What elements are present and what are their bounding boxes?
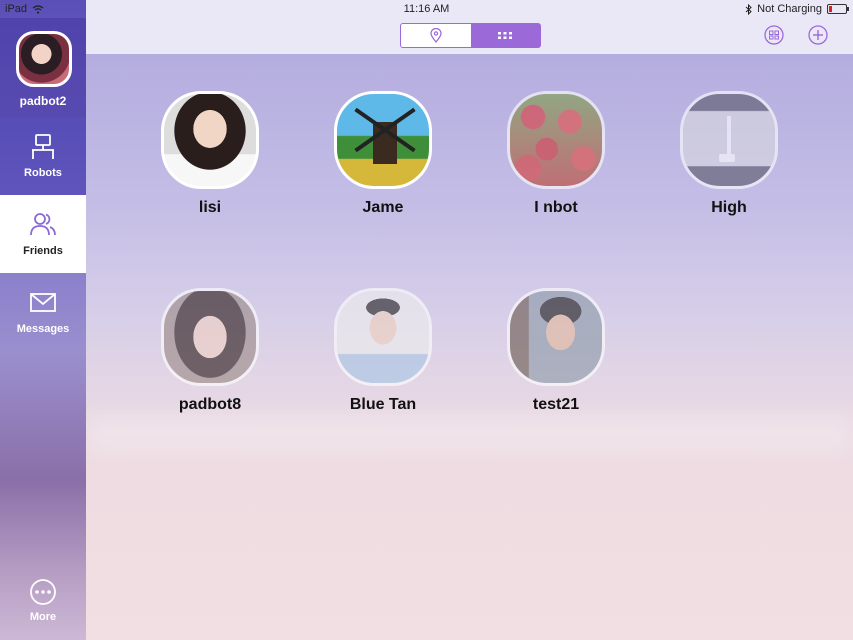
sidebar-item-label: Messages — [16, 323, 70, 335]
friend-avatar[interactable] — [161, 288, 259, 386]
view-toggle — [400, 23, 541, 48]
friend-name: High — [711, 199, 747, 216]
friend-tile[interactable]: Blue Tan — [328, 288, 438, 414]
friends-icon — [30, 213, 56, 236]
sidebar-item-label: More — [29, 611, 57, 623]
more-icon — [30, 579, 56, 605]
location-pin-icon — [430, 28, 442, 43]
bluetooth-icon — [745, 3, 752, 15]
status-bar: iPad 11:16 AM Not Charging — [0, 0, 853, 18]
profile[interactable]: padbot2 — [0, 18, 86, 117]
friend-avatar[interactable] — [507, 91, 605, 189]
friend-name: lisi — [198, 199, 222, 216]
friend-avatar[interactable] — [680, 91, 778, 189]
avatar[interactable] — [16, 31, 72, 87]
charging-status: Not Charging — [757, 3, 822, 15]
friend-name: test21 — [532, 396, 580, 413]
friend-avatar[interactable] — [161, 91, 259, 189]
sidebar-item-label: Robots — [24, 167, 62, 179]
sidebar-item-robots[interactable]: Robots — [0, 117, 86, 195]
grid-icon — [498, 32, 513, 39]
add-icon[interactable] — [808, 25, 828, 45]
friend-tile[interactable]: Jame — [328, 91, 438, 217]
friend-tile[interactable]: padbot8 — [155, 288, 265, 414]
friend-avatar[interactable] — [507, 288, 605, 386]
sidebar-item-messages[interactable]: Messages — [0, 273, 86, 351]
battery-icon — [827, 4, 849, 14]
map-view-button[interactable] — [401, 24, 471, 47]
robot-icon — [32, 134, 54, 159]
friend-name: padbot8 — [178, 396, 242, 413]
friend-tile[interactable]: lisi — [155, 91, 265, 217]
envelope-icon — [30, 293, 56, 312]
sidebar-item-label: Friends — [23, 245, 63, 257]
grid-view-button[interactable] — [470, 24, 540, 47]
friend-avatar[interactable] — [334, 288, 432, 386]
friend-avatar[interactable] — [334, 91, 432, 189]
profile-name: padbot2 — [19, 94, 67, 108]
sidebar: padbot2 Robots Friends Messages More — [0, 0, 86, 640]
friend-name: I nbot — [534, 199, 578, 216]
friend-tile[interactable]: test21 — [501, 288, 611, 414]
friend-tile[interactable]: High — [674, 91, 784, 217]
clock: 11:16 AM — [403, 3, 450, 15]
friend-name: Blue Tan — [349, 396, 417, 413]
qr-code-icon[interactable] — [764, 25, 784, 45]
sidebar-item-more[interactable]: More — [0, 570, 86, 640]
sidebar-item-friends[interactable]: Friends — [0, 195, 86, 273]
friend-tile[interactable]: I nbot — [501, 91, 611, 217]
friends-grid: lisi Jame I nbot High padbot8 Blue Tan t… — [86, 54, 853, 640]
friend-name: Jame — [362, 199, 404, 216]
